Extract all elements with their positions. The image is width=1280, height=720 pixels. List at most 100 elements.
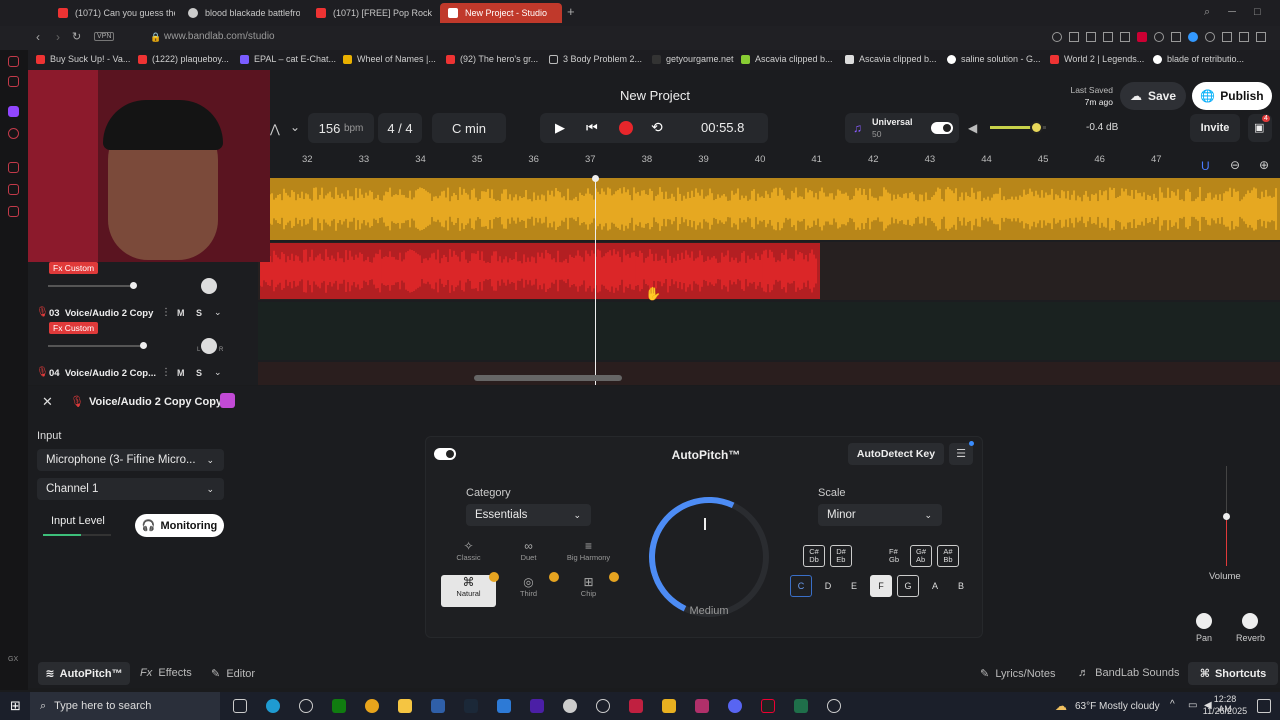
project-title[interactable]: New Project [600, 88, 710, 103]
tiktok-icon[interactable] [761, 699, 775, 713]
save-button[interactable]: ☁ Save [1120, 82, 1186, 110]
autodetect-key-button[interactable]: AutoDetect Key [848, 443, 944, 465]
solo-button[interactable]: S [196, 308, 202, 318]
shortcuts-button[interactable]: ⌘ Shortcuts [1188, 662, 1278, 685]
pan-knob[interactable] [1196, 613, 1212, 629]
settings-sliders-icon[interactable]: ☰ [949, 441, 974, 465]
lyrics-notes-button[interactable]: ✎ Lyrics/Notes [980, 667, 1055, 680]
extension-icon[interactable] [1137, 32, 1147, 42]
menu-icon[interactable] [1256, 32, 1266, 42]
track-lane[interactable] [258, 302, 1280, 360]
master-volume-knob[interactable] [1030, 121, 1043, 134]
horizontal-scrollbar[interactable] [474, 375, 622, 381]
settings-icon[interactable] [596, 699, 610, 713]
chevron-down-icon[interactable]: ⌄ [214, 367, 222, 378]
mode-classic[interactable]: ✧ Classic [441, 539, 496, 571]
input-device-select[interactable]: Microphone (3- Fifine Micro... ⌄ [37, 449, 224, 471]
speaker-icon[interactable]: ◀ [968, 121, 977, 135]
download-icon[interactable] [1239, 32, 1249, 42]
extension-icon[interactable] [1103, 32, 1113, 42]
category-select[interactable]: Essentials ⌄ [466, 504, 591, 526]
bookmark-item[interactable]: saline solution - G... [947, 54, 1041, 64]
track-volume-slider[interactable] [48, 282, 137, 289]
track-volume-knob[interactable] [130, 282, 137, 289]
browser-tab[interactable]: (1071) [FREE] Pop Rock x [308, 3, 433, 23]
xbox-icon[interactable] [332, 699, 346, 713]
publish-button[interactable]: 🌐 Publish [1192, 82, 1272, 110]
mode-chip[interactable]: ⊞ Chip [561, 575, 616, 607]
pan-knob[interactable] [201, 278, 217, 294]
panel-track-title[interactable]: Voice/Audio 2 Copy Copy [89, 396, 222, 408]
url-field[interactable]: www.bandlab.com/studio [164, 31, 275, 42]
key-d-sharp[interactable]: D# Eb [830, 545, 852, 567]
extension-icon[interactable] [1188, 32, 1198, 42]
extension-icon[interactable] [1086, 32, 1096, 42]
sidebar-app-icon[interactable] [8, 128, 19, 139]
mute-button[interactable]: M [177, 368, 185, 378]
key-selector[interactable]: C min [432, 113, 506, 143]
fx-tag[interactable]: Fx Custom [49, 322, 99, 334]
waveforms[interactable] [260, 178, 1280, 303]
bookmark-item[interactable]: getyourgame.net [652, 54, 734, 64]
settings-icon[interactable] [1205, 32, 1215, 42]
close-icon[interactable]: ✕ [42, 394, 53, 410]
key-c[interactable]: C [790, 575, 812, 597]
chrome-icon[interactable] [365, 699, 379, 713]
discord-icon[interactable] [728, 699, 742, 713]
tempo-control[interactable]: 156 bpm [308, 113, 374, 143]
more-icon[interactable]: ⋮ [161, 307, 171, 318]
gift-button[interactable]: ▣ 4 [1248, 114, 1272, 142]
app-icon[interactable] [563, 699, 577, 713]
key-e[interactable]: E [843, 575, 865, 597]
key-d[interactable]: D [817, 575, 839, 597]
reverb-knob[interactable] [1242, 613, 1258, 629]
twitch-icon[interactable] [8, 106, 19, 117]
bookmark-item[interactable]: Buy Suck Up! - Va... [36, 54, 130, 64]
invite-button[interactable]: Invite [1190, 114, 1240, 142]
volume-fader-knob[interactable] [1223, 513, 1230, 520]
cube-icon[interactable] [220, 393, 235, 408]
cube-icon[interactable] [8, 206, 19, 217]
extension-icon[interactable] [1069, 32, 1079, 42]
record-icon[interactable] [619, 121, 633, 135]
app-icon[interactable] [794, 699, 808, 713]
windows-start-icon[interactable]: ⊞ [10, 698, 21, 714]
fx-tag[interactable]: Fx Custom [49, 262, 99, 274]
key-a[interactable]: A [924, 575, 946, 597]
key-c-sharp[interactable]: C# Db [803, 545, 825, 567]
pan-knob[interactable] [201, 338, 217, 354]
weather-text[interactable]: 63°F Mostly cloudy [1075, 701, 1160, 712]
more-icon[interactable]: ⋮ [161, 367, 171, 378]
metronome-icon[interactable]: ⋀ [270, 122, 280, 136]
file-explorer-icon[interactable] [398, 699, 412, 713]
forward-icon[interactable]: › [56, 30, 60, 44]
bookmark-item[interactable]: blade of retributio... [1153, 54, 1244, 64]
tab-autopitch[interactable]: ≋ AutoPitch™ [38, 662, 130, 685]
playhead-handle[interactable] [592, 175, 599, 182]
time-signature[interactable]: 4 / 4 [378, 113, 422, 143]
mode-third[interactable]: ◎ Third [501, 575, 556, 607]
mute-button[interactable]: M [177, 308, 185, 318]
chevron-down-icon[interactable]: ⌄ [290, 120, 300, 134]
track-volume-slider[interactable] [48, 342, 147, 349]
heart-icon[interactable] [1154, 32, 1164, 42]
vpn-badge[interactable]: VPN [94, 32, 115, 41]
key-f-sharp[interactable]: F# Gb [883, 545, 905, 567]
key-a-sharp[interactable]: A# Bb [937, 545, 959, 567]
universal-instrument[interactable]: ♫ Universal 50 [845, 113, 959, 143]
tab-editor[interactable]: ✎ Editor [211, 667, 255, 680]
app-icon[interactable] [497, 699, 511, 713]
monitoring-button[interactable]: 🎧 Monitoring [135, 514, 224, 537]
solo-button[interactable]: S [196, 368, 202, 378]
task-view-icon[interactable] [233, 699, 247, 713]
pitch-amount-knob[interactable] [632, 480, 786, 634]
bookmark-item[interactable]: EPAL – cat E-Chat... [240, 54, 336, 64]
network-icon[interactable]: ▭ [1188, 700, 1197, 711]
track-name[interactable]: 04 Voice/Audio 2 Cop... [49, 368, 156, 379]
play-icon[interactable]: ▶ [555, 120, 565, 136]
browser-tab-active[interactable]: New Project - Studio [440, 3, 562, 23]
channel-select[interactable]: Channel 1 ⌄ [37, 478, 224, 500]
steam-icon[interactable] [464, 699, 478, 713]
bookmark-item[interactable]: 3 Body Problem 2... [549, 54, 642, 64]
mode-big-harmony[interactable]: ≡ Big Harmony [561, 539, 616, 571]
